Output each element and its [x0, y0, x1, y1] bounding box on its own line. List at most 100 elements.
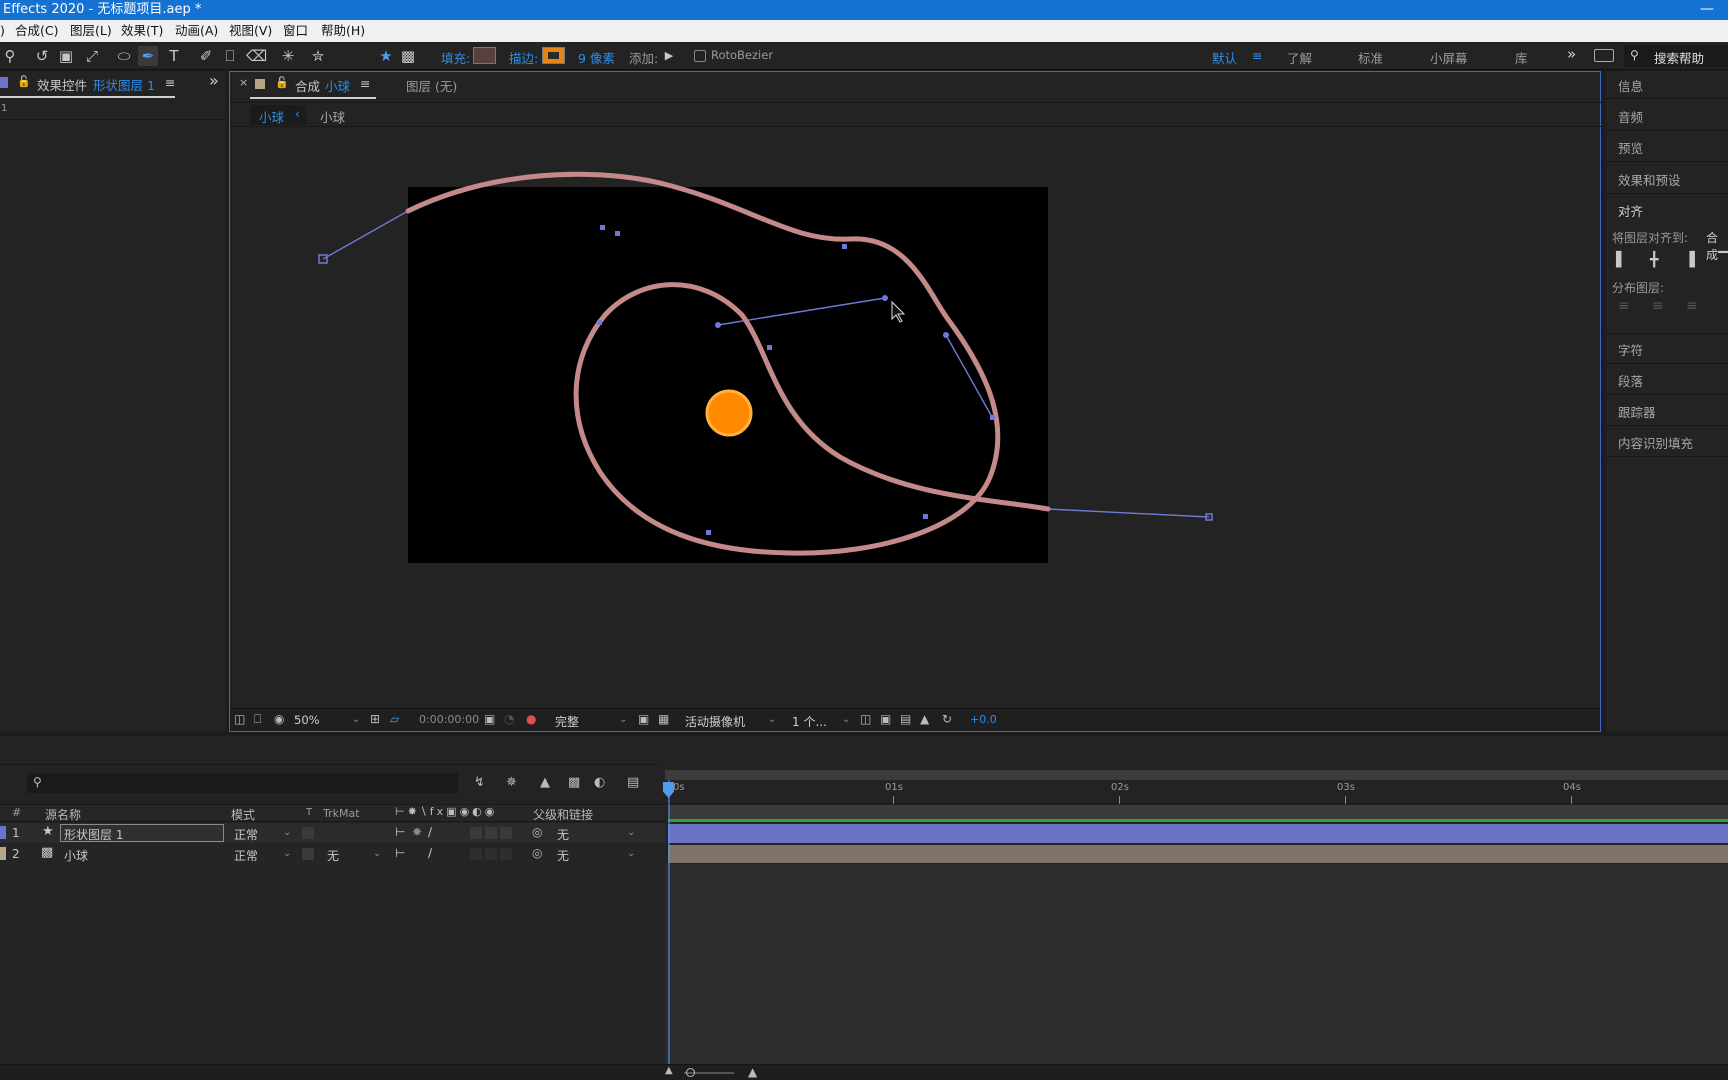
zoom-level[interactable]: 50%: [294, 713, 320, 727]
layer-panel-tab[interactable]: 图层 (无): [406, 76, 457, 95]
frame-blending-icon[interactable]: ▩: [568, 775, 580, 790]
motion-blur-icon[interactable]: ◐: [594, 775, 605, 790]
stroke-width[interactable]: 9 像素: [578, 48, 615, 67]
pan-behind-tool-icon[interactable]: ⤢: [82, 46, 102, 66]
switch-box[interactable]: [470, 827, 482, 839]
parent-select[interactable]: 无: [557, 826, 569, 843]
chevron-down-icon[interactable]: ⌄: [627, 848, 635, 859]
effect-controls-tab-label[interactable]: 效果控件: [37, 75, 87, 94]
always-preview-icon[interactable]: ◫: [234, 712, 245, 726]
blend-mode-select[interactable]: 正常: [234, 847, 258, 864]
current-timecode[interactable]: 0:00:00:00: [419, 713, 479, 726]
menu-window[interactable]: 窗口: [283, 20, 308, 42]
timeline-search-input[interactable]: ⚲: [27, 773, 458, 793]
chevron-down-icon[interactable]: ⌄: [283, 827, 291, 838]
puppet-pin-tool-icon[interactable]: ✮: [308, 46, 328, 66]
workspace-learn[interactable]: 了解: [1287, 48, 1312, 67]
path-handle-point[interactable]: [943, 332, 949, 338]
path-vertex[interactable]: [706, 530, 711, 535]
reset-exposure-icon[interactable]: ↻: [942, 712, 952, 726]
comp-tab-name[interactable]: 小球: [325, 76, 350, 95]
layer-name-field[interactable]: 形状图层 1: [60, 824, 224, 842]
lock-icon[interactable]: 🔓: [17, 75, 31, 88]
path-vertex[interactable]: [615, 231, 620, 236]
parent-select[interactable]: 无: [557, 847, 569, 864]
character-panel-tab[interactable]: 字符: [1618, 340, 1643, 359]
roto-brush-tool-icon[interactable]: ✳: [278, 46, 298, 66]
menu-help[interactable]: 帮助(H): [321, 20, 365, 42]
menu-animation[interactable]: 动画(A): [175, 20, 218, 42]
align-right-icon[interactable]: ▐: [1684, 252, 1695, 268]
paragraph-panel-tab[interactable]: 段落: [1618, 371, 1643, 390]
rotobezier-checkbox[interactable]: [694, 50, 706, 62]
rotate-tool-icon[interactable]: ↺: [32, 46, 52, 66]
draft-3d-icon[interactable]: ✵: [506, 775, 517, 790]
orange-ball-layer[interactable]: [705, 389, 753, 437]
layer-color-label[interactable]: [0, 847, 6, 860]
chevron-down-icon[interactable]: ⌄: [352, 714, 360, 725]
preview-panel-tab[interactable]: 预览: [1618, 138, 1643, 157]
switch-box[interactable]: [500, 827, 512, 839]
switch-box[interactable]: [485, 848, 497, 860]
graph-editor-icon[interactable]: ▤: [627, 775, 639, 790]
menu-view[interactable]: 视图(V): [229, 20, 272, 42]
pen-tool-icon[interactable]: ✒: [138, 46, 158, 66]
column-mode[interactable]: 模式: [231, 806, 255, 823]
region-of-interest-icon[interactable]: ▣: [638, 712, 649, 726]
workspace-overflow-icon[interactable]: »: [1567, 45, 1576, 63]
minimize-button[interactable]: —: [1700, 0, 1714, 19]
workspace-menu-icon[interactable]: ≡: [1252, 48, 1262, 63]
monitor-icon[interactable]: ⎕: [254, 712, 261, 727]
workspace-default[interactable]: 默认: [1212, 48, 1237, 67]
work-area-bar[interactable]: [665, 770, 1728, 780]
clone-stamp-tool-icon[interactable]: ⎕: [220, 46, 240, 66]
layer-name[interactable]: 小球: [64, 847, 88, 864]
info-panel-tab[interactable]: 信息: [1618, 76, 1643, 95]
channel-rgb-icon[interactable]: ●: [526, 712, 536, 726]
audio-panel-tab[interactable]: 音频: [1618, 107, 1643, 126]
menu-composition[interactable]: 合成(C): [15, 20, 58, 42]
switch-box[interactable]: [500, 848, 512, 860]
brush-tool-icon[interactable]: ✐: [196, 46, 216, 66]
align-top-icon[interactable]: ▔: [1718, 252, 1728, 268]
layer-bar-ball[interactable]: [668, 845, 1728, 863]
timeline-icon[interactable]: ▤: [900, 712, 911, 726]
star-icon[interactable]: ★: [376, 46, 396, 66]
chevron-down-icon[interactable]: ⌄: [627, 827, 635, 838]
ellipse-tool-icon[interactable]: ⬭: [114, 46, 134, 66]
snapshot-camera-icon[interactable]: ▣: [484, 712, 495, 726]
align-left-icon[interactable]: ▌: [1616, 252, 1627, 268]
playhead-line[interactable]: [668, 780, 670, 1065]
shy-switch-icon[interactable]: ⊢: [395, 825, 405, 839]
grid-icon[interactable]: ⊞: [370, 712, 380, 726]
path-vertex[interactable]: [767, 345, 772, 350]
distribute-center-icon[interactable]: ≡: [1652, 298, 1664, 314]
mask-view-icon[interactable]: ◉: [274, 712, 284, 726]
column-parent[interactable]: 父级和链接: [533, 806, 593, 823]
mask-icon[interactable]: ▩: [398, 46, 418, 66]
chevron-down-icon[interactable]: ⌄: [842, 714, 850, 725]
path-vertex[interactable]: [597, 320, 602, 325]
views-select[interactable]: 1 个...: [792, 713, 827, 730]
panel-menu-icon[interactable]: ≡: [165, 75, 175, 90]
collapse-switch-icon[interactable]: ✸: [412, 825, 422, 839]
path-vertex[interactable]: [923, 514, 928, 519]
table-row[interactable]: 2 ▩ 小球 正常 ⌄ 无 ⌄ ⊢ ∕ ◎ 无 ⌄: [0, 844, 665, 864]
close-icon[interactable]: ×: [239, 76, 248, 89]
add-dropdown-icon[interactable]: ▶: [659, 46, 679, 66]
menu-effect[interactable]: 效果(T): [121, 20, 163, 42]
panel-overflow-icon[interactable]: »: [209, 71, 219, 90]
chevron-down-icon[interactable]: ⌄: [283, 848, 291, 859]
shy-switch-icon[interactable]: ⊢: [395, 846, 405, 860]
add-label[interactable]: 添加:: [629, 48, 658, 67]
path-vertex[interactable]: [842, 244, 847, 249]
camera-select[interactable]: 活动摄像机: [685, 713, 745, 730]
switch-box[interactable]: [485, 827, 497, 839]
lock-icon[interactable]: 🔓: [275, 76, 289, 89]
fill-label[interactable]: 填充:: [441, 48, 470, 67]
preserve-transparency-checkbox[interactable]: [302, 827, 314, 839]
comp-tab-menu-icon[interactable]: ≡: [360, 76, 370, 91]
search-help-box[interactable]: ⚲ 搜索帮助: [1624, 45, 1728, 67]
exposure-value[interactable]: +0.0: [970, 713, 997, 726]
quality-switch-icon[interactable]: ∕: [428, 846, 432, 860]
